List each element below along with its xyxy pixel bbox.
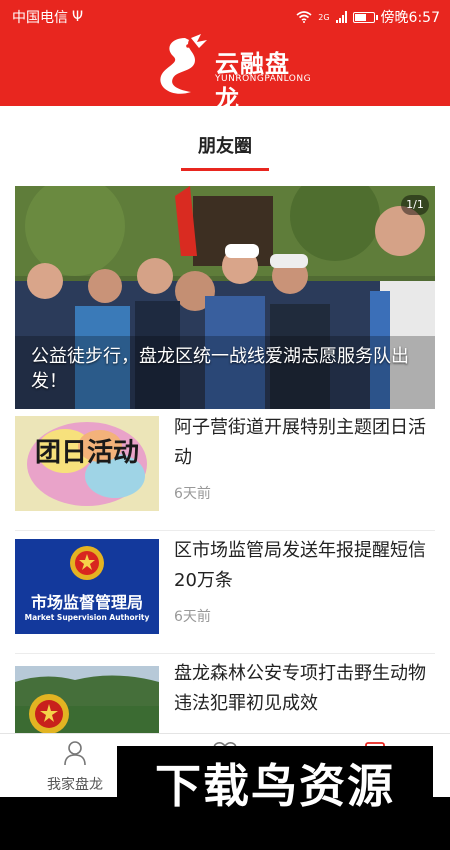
brand-subtitle: YUNRONGPANLONG (215, 74, 312, 84)
section-tabbar: 朋友圈 (0, 106, 450, 176)
market-authority-emblem-icon (70, 546, 104, 580)
news-item[interactable]: 团日活动 阿子营街道开展特别主题团日活动 6天前 (15, 409, 435, 531)
network-type-label: 2G (318, 12, 330, 22)
news-thumbnail: 市场监督管理局 Market Supervision Authority (15, 539, 159, 634)
battery-icon (352, 11, 378, 23)
news-item[interactable]: 市场监督管理局 Market Supervision Authority 区市场… (15, 532, 435, 654)
watermark-banner: 下载鸟资源 (117, 746, 433, 820)
news-title: 阿子营街道开展特别主题团日活动 (174, 417, 426, 468)
battery-fill (354, 13, 366, 21)
hero-page-counter: 1/1 (401, 195, 429, 215)
app-logo: 云融盘龙 YUNRONGPANLONG (155, 32, 311, 113)
news-thumbnail: 团日活动 (15, 416, 159, 511)
news-time: 6天前 (174, 486, 211, 502)
news-title: 盘龙森林公安专项打击野生动物违法犯罪初见成效 (174, 663, 426, 714)
status-bar: 中国电信 Ψ 2G 傍晚6:57 (0, 0, 450, 30)
tab-moments[interactable]: 朋友圈 (0, 132, 450, 158)
thumb-authority-en: Market Supervision Authority (24, 613, 150, 622)
news-title: 区市场监管局发送年报提醒短信20万条 (174, 540, 426, 591)
thumb-authority-cn: 市场监督管理局 (30, 593, 143, 612)
thumb-text-tuanri: 团日活动 (34, 438, 139, 468)
watermark-text: 下载鸟资源 (155, 759, 395, 813)
wifi-icon (296, 11, 312, 23)
signal-icon (335, 11, 347, 23)
tab-active-indicator (181, 168, 269, 171)
clock-label: 傍晚6:57 (380, 10, 440, 26)
usb-icon: Ψ (72, 9, 84, 25)
hero-caption: 公益徒步行，盘龙区统一战线爱湖志愿服务队出发！ (31, 346, 409, 392)
carrier-label: 中国电信 (12, 10, 68, 26)
news-time: 6天前 (174, 609, 211, 625)
hero-banner[interactable]: 1/1 公益徒步行，盘龙区统一战线爱湖志愿服务队出发！ (15, 186, 435, 409)
person-icon (64, 741, 86, 766)
app-header: 中国电信 Ψ 2G 傍晚6:57 云融盘龙 YUNRONGPANLONG (0, 0, 450, 113)
